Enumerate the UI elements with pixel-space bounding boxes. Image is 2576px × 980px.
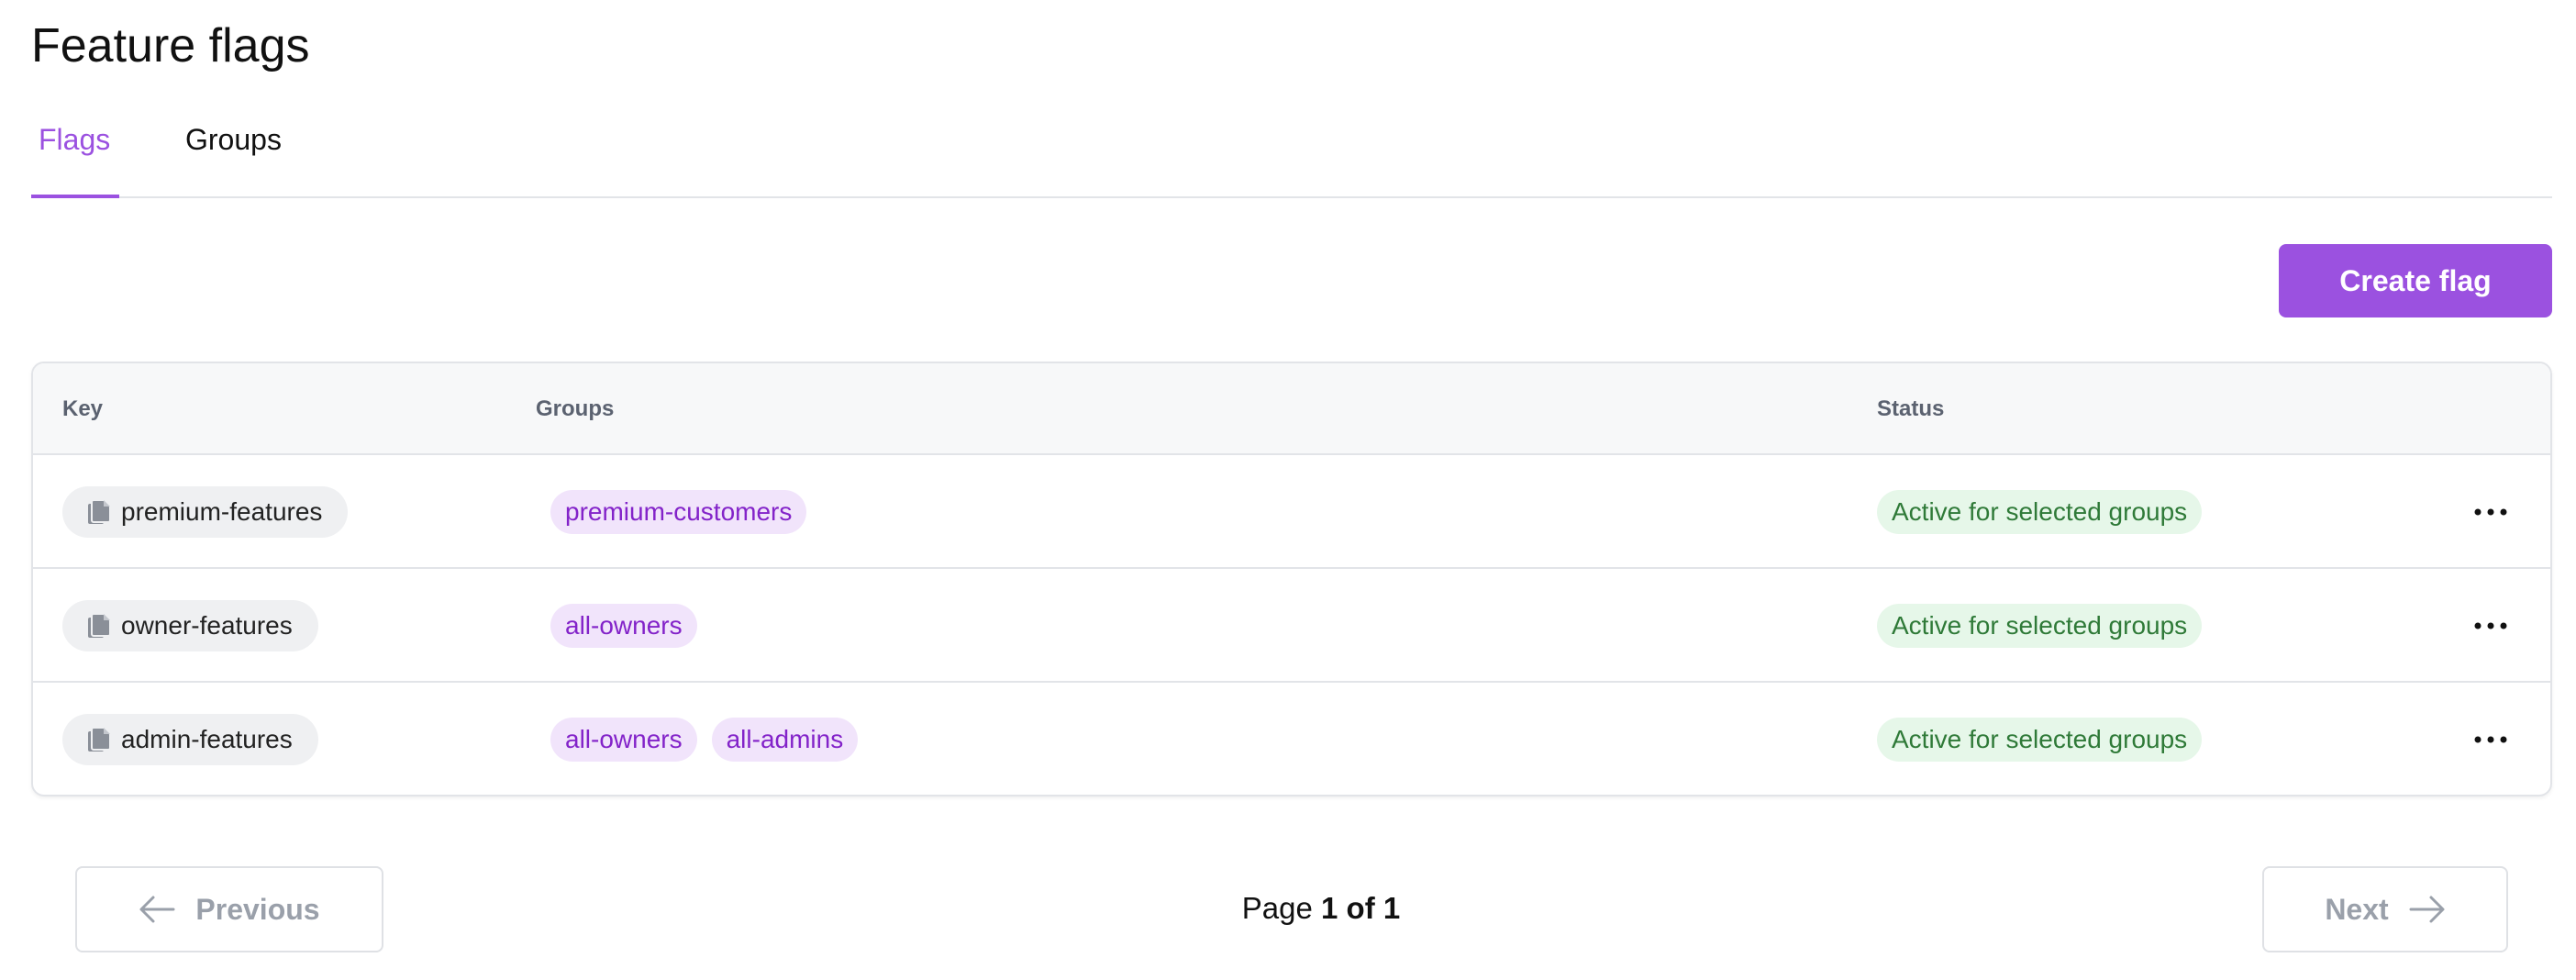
flag-key: premium-features xyxy=(121,497,323,526)
status-badge: Active for selected groups xyxy=(1877,718,2203,762)
active-tab-indicator xyxy=(31,195,119,198)
page-title: Feature flags xyxy=(31,19,310,72)
status-badge: Active for selected groups xyxy=(1877,490,2203,534)
flag-groups: all-owners xyxy=(550,604,697,648)
flag-groups: premium-customers xyxy=(550,490,807,534)
column-header-groups: Groups xyxy=(536,396,615,421)
tab-groups[interactable]: Groups xyxy=(185,121,282,158)
more-horizontal-icon xyxy=(2474,622,2507,629)
table-header: Key Groups Status xyxy=(33,363,2550,455)
row-menu-button[interactable] xyxy=(2468,607,2514,644)
group-badge: all-owners xyxy=(550,604,697,648)
page-indicator: Page 1 of 1 xyxy=(1193,890,1449,927)
row-menu-button[interactable] xyxy=(2468,721,2514,758)
table-row: owner-features all-owners Active for sel… xyxy=(33,569,2550,683)
flag-key: owner-features xyxy=(121,611,293,640)
page-value: 1 of 1 xyxy=(1321,891,1401,925)
flag-key: admin-features xyxy=(121,725,293,753)
previous-page-button[interactable]: Previous xyxy=(75,866,383,952)
row-menu-button[interactable] xyxy=(2468,494,2514,530)
copy-icon xyxy=(88,499,111,524)
copy-icon xyxy=(88,727,111,752)
column-header-status: Status xyxy=(1877,396,1945,421)
create-flag-button[interactable]: Create flag xyxy=(2279,244,2552,317)
tab-bar: Flags Groups xyxy=(31,101,2552,198)
group-badge: all-owners xyxy=(550,718,697,762)
flag-groups: all-owners all-admins xyxy=(550,718,859,762)
previous-label: Previous xyxy=(195,892,320,926)
column-header-key: Key xyxy=(62,396,104,421)
flags-table: Key Groups Status premium-features premi… xyxy=(31,362,2552,796)
tab-flags[interactable]: Flags xyxy=(39,121,110,158)
table-row: premium-features premium-customers Activ… xyxy=(33,455,2550,569)
arrow-left-icon xyxy=(139,896,175,923)
more-horizontal-icon xyxy=(2474,736,2507,743)
table-row: admin-features all-owners all-admins Act… xyxy=(33,683,2550,795)
page-prefix: Page xyxy=(1241,891,1313,925)
group-badge: premium-customers xyxy=(550,490,807,534)
next-page-button[interactable]: Next xyxy=(2262,866,2508,952)
more-horizontal-icon xyxy=(2474,508,2507,516)
flag-key-pill[interactable]: owner-features xyxy=(62,600,318,651)
group-badge: all-admins xyxy=(711,718,859,762)
arrow-right-icon xyxy=(2409,896,2445,923)
flag-key-pill[interactable]: premium-features xyxy=(62,486,349,538)
next-label: Next xyxy=(2325,892,2389,926)
status-badge: Active for selected groups xyxy=(1877,604,2203,648)
flag-key-pill[interactable]: admin-features xyxy=(62,714,318,765)
copy-icon xyxy=(88,613,111,638)
